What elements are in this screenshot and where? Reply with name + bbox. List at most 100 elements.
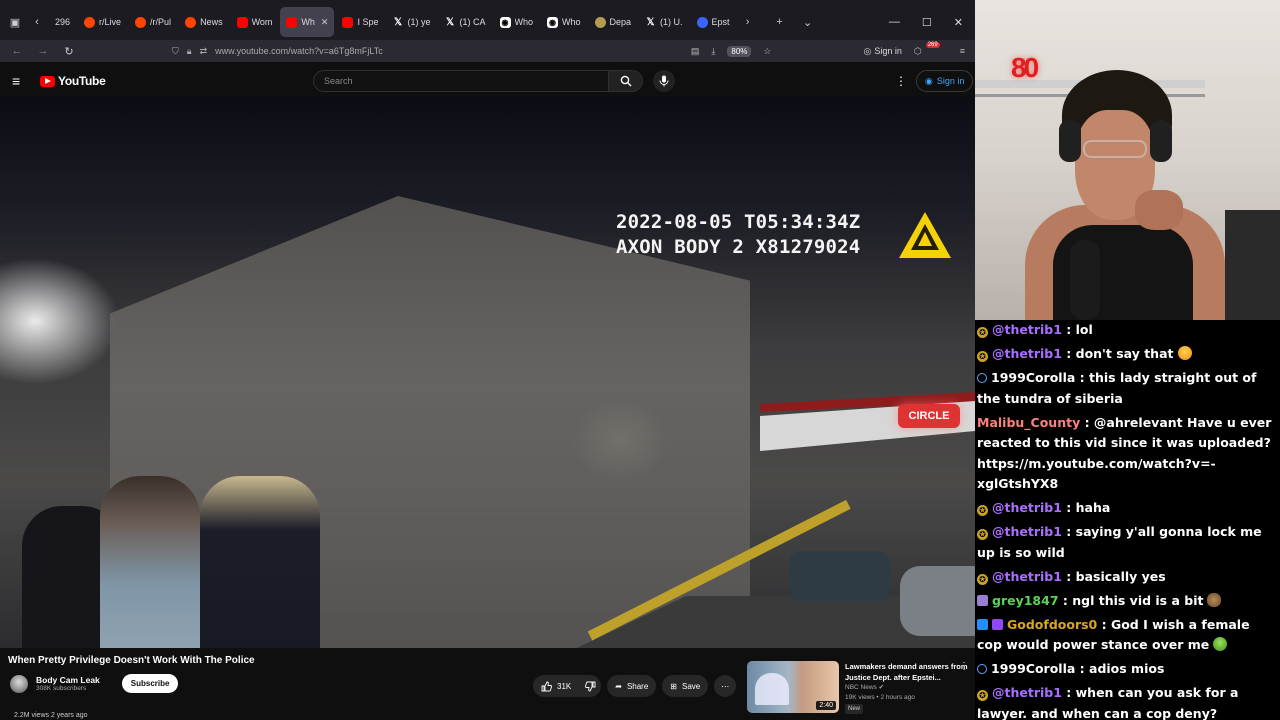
lock-icon[interactable]: 🔒︎: [187, 46, 192, 57]
maximize-icon[interactable]: ☐: [922, 16, 932, 29]
zoom-level[interactable]: 80%: [727, 45, 752, 57]
potato-emote-icon: [1207, 592, 1222, 607]
address-bar[interactable]: ⛉ 🔒︎ ⇄ www.youtube.com/watch?v=a6Tg8mFjL…: [88, 46, 679, 57]
streamer-webcam: 80: [975, 0, 1280, 320]
youtube-signin-button[interactable]: ◉ Sign in: [916, 70, 974, 92]
streamer-glasses: [1083, 140, 1147, 158]
tab-list-chevron-icon[interactable]: ⌄: [797, 11, 819, 33]
tab-label: Depa: [609, 17, 632, 27]
chat-text: : adios mios: [1075, 661, 1165, 676]
more-horizontal-icon: ⋯: [721, 681, 730, 691]
chat-username[interactable]: @thetrib1: [992, 524, 1062, 539]
new-tab-icon[interactable]: +: [769, 11, 791, 33]
back-icon[interactable]: ←: [10, 45, 24, 57]
url-text[interactable]: www.youtube.com/watch?v=a6Tg8mFjLTc: [215, 46, 383, 56]
bookmark-star-icon[interactable]: ☆: [763, 46, 771, 57]
subscriber-count: 308K subscribers: [36, 685, 87, 692]
chat-username[interactable]: grey1847: [992, 593, 1059, 608]
minimize-icon[interactable]: —: [889, 16, 900, 29]
browser-tab[interactable]: 296: [49, 7, 76, 37]
search-input[interactable]: [313, 70, 609, 92]
search-icon: [620, 75, 631, 87]
vip-badge-icon[interactable]: [977, 618, 988, 630]
chat-username[interactable]: 1999Corolla: [991, 661, 1075, 676]
reload-icon[interactable]: ↻: [62, 45, 76, 58]
user-badge-icon[interactable]: [977, 664, 987, 674]
subscriber-badge-icon[interactable]: ✪: [977, 573, 988, 585]
user-badge-icon[interactable]: [977, 373, 987, 383]
tab-close-icon[interactable]: ✕: [321, 17, 329, 28]
thumbs-up-icon: [541, 681, 552, 691]
chat-message: ✪ @thetrib1 : haha: [977, 498, 1278, 519]
extensions-icon[interactable]: ⬡: [914, 46, 922, 57]
voice-search-button[interactable]: [653, 70, 675, 92]
more-actions-button[interactable]: ⋯: [714, 675, 737, 697]
tab-scroll-right-icon[interactable]: ›: [737, 11, 759, 33]
recommended-kebab-icon[interactable]: ⋮: [959, 661, 969, 672]
save-button[interactable]: ⊞ Save: [662, 675, 709, 697]
browser-tab[interactable]: News: [179, 7, 229, 37]
channel-name[interactable]: Body Cam Leak: [36, 675, 100, 685]
screenshot-icon[interactable]: ⤓: [711, 46, 715, 57]
like-button[interactable]: 31K: [533, 675, 580, 697]
tab-scroll-left-icon[interactable]: ‹: [26, 11, 48, 33]
navigation-bar: ← → ↻ ⛉ 🔒︎ ⇄ www.youtube.com/watch?v=a6T…: [0, 40, 975, 62]
shield-icon[interactable]: ⛉: [172, 46, 179, 57]
menu-icon[interactable]: ≡: [960, 46, 965, 56]
browser-tab[interactable]: 𝕏 (1) CA: [439, 7, 492, 37]
browser-tab[interactable]: Wom: [231, 7, 279, 37]
account-signin-button[interactable]: ◎ Sign in: [863, 46, 901, 57]
window-controls: — ☐ ✕: [889, 16, 971, 29]
share-button[interactable]: ➦ Share: [607, 675, 657, 697]
close-window-icon[interactable]: ✕: [954, 16, 963, 29]
reader-icon[interactable]: ▤: [691, 46, 700, 57]
search-button[interactable]: [609, 70, 643, 92]
browser-tab[interactable]: ◉ Who: [494, 7, 540, 37]
chat-username[interactable]: @thetrib1: [992, 322, 1062, 337]
browser-tab[interactable]: 𝕏 (1) U.: [639, 7, 689, 37]
chat-username[interactable]: @thetrib1: [992, 685, 1062, 700]
browser-tab[interactable]: ◉ Who: [541, 7, 587, 37]
browser-tab[interactable]: I Spe: [336, 7, 384, 37]
x-favicon-icon: 𝕏: [646, 16, 655, 28]
chat-username[interactable]: Godofdoors0: [1007, 617, 1097, 632]
subscriber-badge-icon[interactable]: ✪: [977, 505, 988, 516]
video-player[interactable]: CIRCLE 2022-08-05 T05:34:34Z AXON BODY 2…: [0, 96, 975, 648]
subscriber-badge-icon[interactable]: ✪: [977, 690, 988, 701]
subscribe-button[interactable]: Subscribe: [121, 674, 179, 693]
browser-tab[interactable]: 𝕏 (1) ye: [386, 7, 436, 37]
browser-tab[interactable]: Epst: [691, 7, 736, 37]
browser-tab[interactable]: /r/Pul: [129, 7, 177, 37]
thumbs-down-icon: [584, 681, 596, 691]
guide-menu-icon[interactable]: ≡: [12, 73, 34, 89]
youtube-logo[interactable]: YouTube: [40, 74, 106, 88]
bodycam-timestamp: 2022-08-05 T05:34:34Z: [616, 211, 861, 233]
browser-tab[interactable]: Wh ✕: [280, 7, 335, 37]
gem-badge-icon[interactable]: [992, 618, 1003, 630]
notification-count-badge[interactable]: 269: [925, 42, 940, 48]
subscriber-badge-icon[interactable]: ✪: [977, 327, 988, 338]
subscriber-badge-icon[interactable]: ✪: [977, 529, 988, 540]
channel-avatar[interactable]: [10, 674, 28, 693]
browser-tab[interactable]: r/Live: [78, 7, 127, 37]
recommended-video[interactable]: 2:40 Lawmakers demand answers from Justi…: [747, 661, 975, 717]
forward-icon[interactable]: →: [36, 45, 50, 57]
grid-badge-icon[interactable]: [977, 594, 988, 606]
subscriber-badge-icon[interactable]: ✪: [977, 351, 988, 362]
recommended-title[interactable]: Lawmakers demand answers from Justice De…: [845, 661, 975, 683]
chat-username[interactable]: 1999Corolla: [991, 370, 1075, 385]
chat-username[interactable]: @thetrib1: [992, 569, 1062, 584]
chat-username[interactable]: Malibu_County: [977, 415, 1080, 430]
permissions-icon[interactable]: ⇄: [200, 46, 208, 57]
youtube-play-icon: [40, 75, 55, 87]
recommended-thumbnail[interactable]: 2:40: [747, 661, 839, 713]
recommended-channel: NBC News ✔: [845, 684, 885, 691]
tab-overview-icon[interactable]: ▣: [4, 11, 26, 33]
dislike-button[interactable]: [579, 675, 602, 697]
settings-kebab-icon[interactable]: ⋮: [895, 74, 907, 88]
like-count: 31K: [557, 681, 572, 691]
chat-username[interactable]: @thetrib1: [992, 500, 1062, 515]
save-bookmark-icon: ⊞: [670, 681, 677, 691]
chat-username[interactable]: @thetrib1: [992, 346, 1062, 361]
browser-tab[interactable]: Depa: [589, 7, 638, 37]
